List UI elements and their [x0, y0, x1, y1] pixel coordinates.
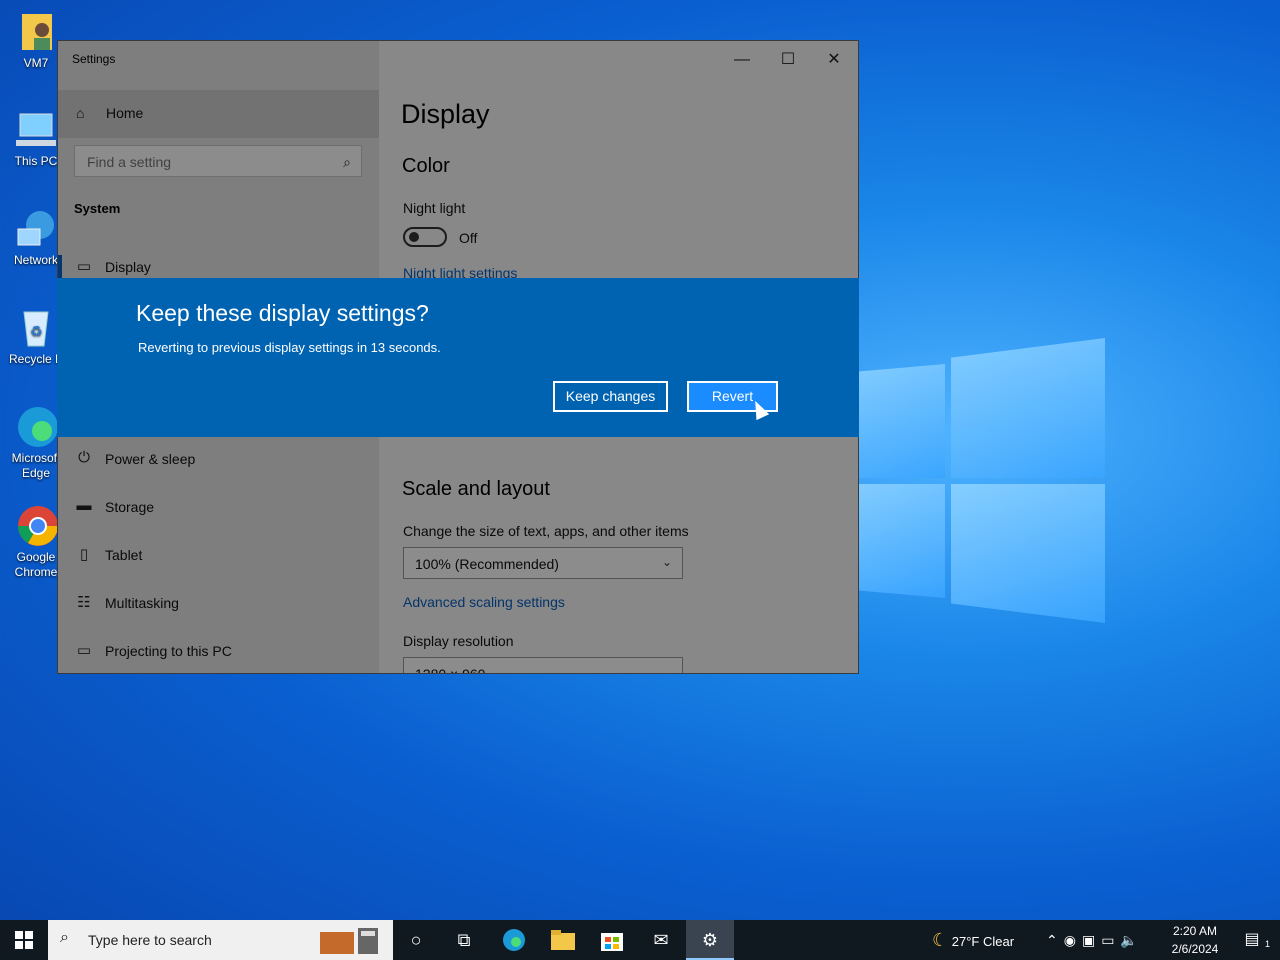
scale-label: Change the size of text, apps, and other… [403, 523, 689, 539]
advanced-scaling-link[interactable]: Advanced scaling settings [403, 594, 565, 610]
sidebar-item-label: Storage [105, 499, 155, 515]
cortana-button[interactable]: ○ [392, 920, 440, 960]
computer-icon [14, 108, 58, 152]
color-heading: Color [402, 155, 450, 177]
svg-text:♻: ♻ [30, 323, 43, 339]
dialog-message: Reverting to previous display settings i… [138, 340, 441, 355]
taskbar-file-explorer[interactable] [539, 920, 587, 960]
selection-indicator [58, 255, 62, 279]
maximize-button[interactable]: ☐ [765, 45, 811, 75]
sidebar-item-power-sleep[interactable]: ⏻ Power & sleep [58, 439, 379, 479]
folder-icon [551, 930, 575, 950]
taskbar-search-box[interactable]: ⌕ Type here to search [48, 920, 393, 960]
recycle-bin-icon: ♻ [14, 306, 58, 350]
sidebar-item-label: Display [105, 259, 151, 275]
taskbar-edge[interactable] [490, 920, 538, 960]
keep-changes-button[interactable]: Keep changes [553, 381, 668, 412]
taskbar-clock[interactable]: 2:20 AM 2/6/2024 [1164, 922, 1226, 958]
power-icon: ⏻ [78, 449, 90, 466]
search-highlight-icon [320, 928, 378, 954]
weather-widget[interactable]: ☾ 27°F Clear [932, 920, 1042, 960]
sidebar-item-tablet[interactable]: ▯ Tablet [58, 535, 379, 575]
sidebar-section-title: System [74, 201, 121, 216]
sidebar-item-projecting[interactable]: ▭ Projecting to this PC [58, 631, 379, 671]
home-icon: ⌂ [76, 105, 85, 121]
resolution-value: 1280 × 960 [415, 666, 486, 674]
task-view-icon: ⧉ [457, 930, 471, 950]
moon-icon: ☾ [932, 930, 949, 950]
clock-date: 2/6/2024 [1171, 942, 1219, 956]
search-icon: ⌕ [60, 929, 69, 946]
speaker-muted-icon: 🔈 [1120, 932, 1144, 948]
notification-count: 1 [1264, 939, 1270, 949]
notification-icon: ▤ [1244, 931, 1260, 948]
scale-layout-heading: Scale and layout [402, 478, 550, 500]
weather-text: 27°F Clear [951, 934, 1015, 949]
taskbar-search-placeholder: Type here to search [88, 932, 212, 948]
projecting-icon: ▭ [76, 642, 92, 659]
window-title: Settings [72, 52, 116, 66]
store-icon [601, 933, 623, 951]
keep-settings-dialog: Keep these display settings? Reverting t… [57, 278, 859, 437]
user-folder-icon [14, 10, 58, 54]
resolution-dropdown[interactable]: 1280 × 960 ⌄ [403, 657, 683, 674]
page-title: Display [401, 99, 490, 129]
multitasking-icon: ☷ [77, 594, 91, 611]
meet-icon: ▣ [1081, 932, 1102, 948]
search-icon: ⌕ [343, 154, 351, 170]
chevron-down-icon: ⌄ [661, 665, 672, 674]
taskbar-settings[interactable]: ⚙ [686, 920, 734, 960]
home-label: Home [106, 105, 144, 121]
record-icon: ◉ [1063, 932, 1082, 948]
gear-icon: ⚙ [701, 930, 719, 950]
clock-time: 2:20 AM [1172, 924, 1218, 938]
sidebar-item-storage[interactable]: ▬ Storage [58, 487, 379, 527]
close-button[interactable]: ✕ [811, 45, 857, 75]
windows-logo-wallpaper [840, 338, 1105, 623]
start-button[interactable] [0, 920, 48, 960]
action-center-button[interactable]: ▤ 1 [1228, 920, 1276, 960]
network-icon: ▭ [1101, 932, 1121, 948]
sidebar-item-multitasking[interactable]: ☷ Multitasking [58, 583, 379, 623]
minimize-button[interactable]: — [719, 45, 765, 75]
system-tray[interactable]: ⌃◉▣▭🔈 [1046, 920, 1164, 960]
night-light-state: Off [459, 230, 478, 246]
task-view-button[interactable]: ⧉ [440, 920, 488, 960]
sidebar-item-label: Power & sleep [105, 451, 196, 467]
monitor-icon: ▭ [76, 258, 92, 275]
chevron-down-icon: ⌄ [661, 555, 672, 569]
sidebar-item-label: Multitasking [105, 595, 179, 611]
sidebar-item-label: Projecting to this PC [105, 643, 232, 659]
search-placeholder: Find a setting [87, 154, 172, 170]
network-icon [14, 207, 58, 251]
night-light-toggle[interactable] [403, 227, 447, 247]
chrome-icon [14, 504, 58, 548]
sidebar-item-label: Tablet [105, 547, 143, 563]
storage-icon: ▬ [76, 497, 92, 514]
resolution-label: Display resolution [403, 633, 514, 649]
taskbar-store[interactable] [588, 920, 636, 960]
settings-search-input[interactable]: Find a setting ⌕ [74, 145, 362, 177]
cortana-icon: ○ [410, 930, 422, 950]
sidebar-home[interactable]: ⌂ Home [58, 90, 379, 138]
scale-value: 100% (Recommended) [415, 556, 559, 572]
edge-icon [14, 405, 58, 449]
windows-start-icon [15, 931, 33, 949]
mail-icon: ✉ [653, 930, 669, 950]
edge-icon [503, 929, 525, 951]
chevron-up-icon: ⌃ [1046, 932, 1064, 948]
taskbar: ⌕ Type here to search ○ ⧉ ✉ ⚙ ☾ 27°F Cle… [0, 920, 1280, 960]
scale-dropdown[interactable]: 100% (Recommended) ⌄ [403, 547, 683, 579]
dialog-title: Keep these display settings? [136, 300, 429, 326]
tablet-icon: ▯ [79, 546, 89, 563]
night-light-label: Night light [403, 200, 466, 216]
taskbar-mail[interactable]: ✉ [637, 920, 685, 960]
